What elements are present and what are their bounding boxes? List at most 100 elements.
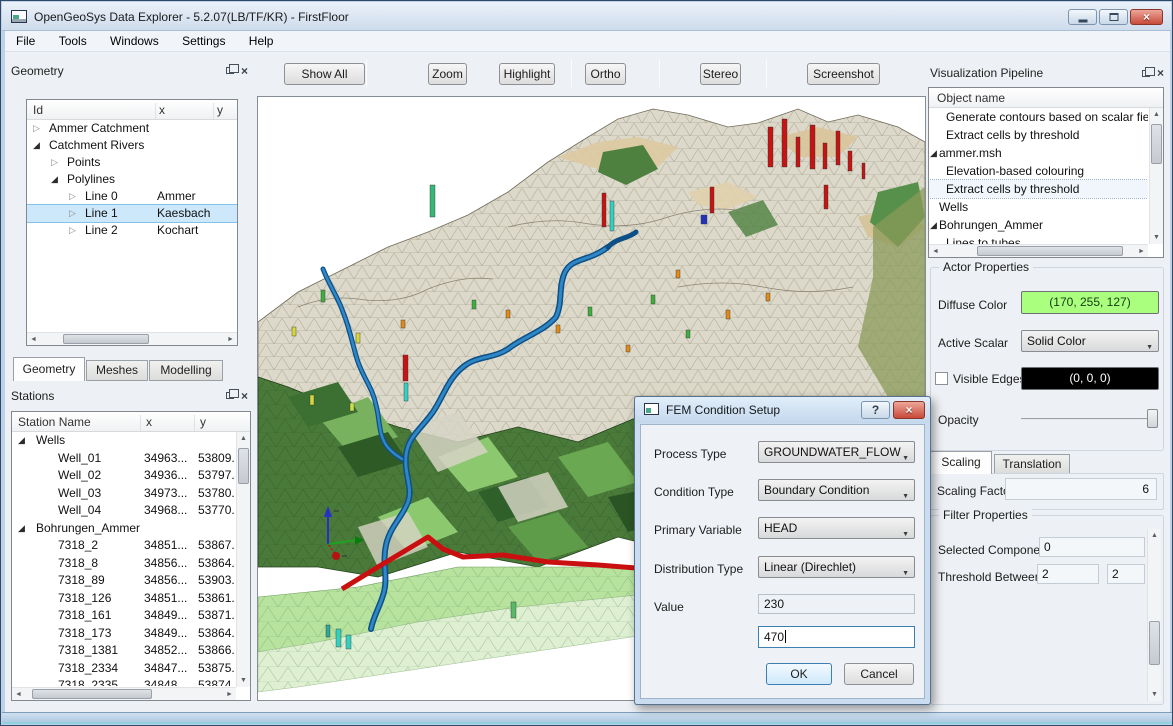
tree-row[interactable]: 7318_234851...53867. <box>12 537 236 555</box>
pipeline-row[interactable]: Extract cells by threshold <box>929 126 1148 144</box>
pipeline-row[interactable]: Wells <box>929 198 1148 216</box>
edge-color-button[interactable]: (0, 0, 0) <box>1021 367 1159 390</box>
tree-row[interactable]: 7318_16134849...53871. <box>12 607 236 625</box>
selected-component-input[interactable]: 0 <box>1039 537 1145 557</box>
tree-row[interactable]: Well_0134963...53809. <box>12 450 236 468</box>
value-first-input[interactable]: 230 <box>758 594 915 614</box>
tree-row[interactable]: 7318_17334849...53864. <box>12 625 236 643</box>
active-scalar-select[interactable]: Solid Color▼ <box>1021 330 1159 352</box>
menu-windows[interactable]: Windows <box>101 31 168 48</box>
pipeline-row-selected[interactable]: Extract cells by threshold <box>929 180 1148 198</box>
pipeline-row[interactable]: Generate contours based on scalar fiel <box>929 108 1148 126</box>
condition-type-select[interactable]: Boundary Condition▼ <box>758 479 915 501</box>
tree-row[interactable]: ▷Line 2Kochart <box>27 222 237 239</box>
pipeline-row-clipped[interactable]: Lines to tubes <box>929 234 1148 244</box>
tree-row[interactable]: ▷Line 0Ammer <box>27 188 237 205</box>
tree-row[interactable]: ◢Bohrungen_Ammer <box>12 520 236 538</box>
scroll-left-icon[interactable]: ◄ <box>27 333 40 346</box>
scroll-up-icon[interactable]: ▲ <box>1150 108 1163 121</box>
tree-row[interactable]: Well_0334973...53780. <box>12 485 236 503</box>
scroll-right-icon[interactable]: ► <box>1135 245 1148 258</box>
geometry-col-id[interactable]: Id <box>33 103 43 117</box>
stations-close-icon[interactable]: × <box>241 390 248 402</box>
stations-col-x[interactable]: x <box>146 415 152 429</box>
menu-tools[interactable]: Tools <box>50 31 96 48</box>
expander-collapsed-icon[interactable]: ▷ <box>51 154 58 171</box>
expander-collapsed-icon[interactable]: ▷ <box>33 120 40 137</box>
close-button[interactable]: × <box>1130 9 1163 25</box>
scroll-thumb[interactable] <box>32 689 152 699</box>
tree-row[interactable]: ▷Ammer Catchment <box>27 120 237 137</box>
stations-hscrollbar[interactable]: ◄ ► <box>12 687 236 700</box>
tab-translation[interactable]: Translation <box>994 454 1070 474</box>
expander-expanded-icon[interactable]: ◢ <box>18 520 25 537</box>
opacity-slider[interactable] <box>1021 418 1157 420</box>
expander-expanded-icon[interactable]: ◢ <box>18 432 25 449</box>
title-bar[interactable]: OpenGeoSys Data Explorer - 5.2.07(LB/TF/… <box>2 2 1171 31</box>
pipeline-float-icon[interactable] <box>1142 70 1150 77</box>
stations-float-icon[interactable] <box>226 392 234 399</box>
pipeline-row[interactable]: ◢ammer.msh <box>929 144 1148 162</box>
opacity-slider-handle[interactable] <box>1147 409 1158 428</box>
expander-expanded-icon[interactable]: ◢ <box>930 144 937 162</box>
pipeline-col-object-name[interactable]: Object name <box>937 91 1005 105</box>
geometry-hscrollbar[interactable]: ◄ ► <box>27 332 237 345</box>
scroll-thumb[interactable] <box>1149 621 1160 665</box>
scroll-thumb[interactable] <box>977 246 1123 256</box>
primary-variable-select[interactable]: HEAD▼ <box>758 517 915 539</box>
screenshot-button[interactable]: Screenshot <box>807 63 880 85</box>
dialog-title-bar[interactable]: FEM Condition Setup ? × <box>635 397 930 423</box>
menu-help[interactable]: Help <box>240 31 283 48</box>
tab-geometry[interactable]: Geometry <box>13 357 85 381</box>
stations-col-y[interactable]: y <box>200 415 206 429</box>
geometry-col-x[interactable]: x <box>159 103 165 117</box>
dialog-help-button[interactable]: ? <box>861 401 890 419</box>
scroll-down-icon[interactable]: ▼ <box>1148 688 1161 701</box>
tab-scaling[interactable]: Scaling <box>930 451 992 474</box>
tab-meshes[interactable]: Meshes <box>86 360 148 381</box>
geometry-col-y[interactable]: y <box>217 103 223 117</box>
threshold-high-input[interactable]: 2 <box>1107 564 1145 584</box>
scroll-up-icon[interactable]: ▲ <box>1148 529 1161 542</box>
tree-row[interactable]: 7318_12634851...53861. <box>12 590 236 608</box>
ortho-button[interactable]: Ortho <box>585 63 626 85</box>
zoom-button[interactable]: Zoom <box>428 63 467 85</box>
threshold-low-input[interactable]: 2 <box>1037 564 1099 584</box>
stereo-button[interactable]: Stereo <box>700 63 741 85</box>
value-second-input[interactable]: 470 <box>758 626 915 648</box>
scroll-right-icon[interactable]: ► <box>223 688 236 701</box>
scaling-factor-input[interactable]: 6 <box>1005 478 1157 500</box>
visible-edges-checkbox[interactable] <box>935 372 948 385</box>
tree-row[interactable]: 7318_8934856...53903. <box>12 572 236 590</box>
tree-row[interactable]: ◢Catchment Rivers <box>27 137 237 154</box>
highlight-button[interactable]: Highlight <box>499 63 555 85</box>
stations-vscrollbar[interactable]: ▲ ▼ <box>236 432 250 687</box>
filter-vscrollbar[interactable]: ▲ ▼ <box>1147 529 1161 701</box>
ok-button[interactable]: OK <box>766 663 832 685</box>
pipeline-close-icon[interactable]: × <box>1157 67 1164 79</box>
scroll-right-icon[interactable]: ► <box>224 333 237 346</box>
tree-row[interactable]: ◢Polylines <box>27 171 237 188</box>
cancel-button[interactable]: Cancel <box>844 663 914 685</box>
expander-collapsed-icon[interactable]: ▷ <box>69 205 76 222</box>
scroll-down-icon[interactable]: ▼ <box>237 674 250 687</box>
expander-collapsed-icon[interactable]: ▷ <box>69 188 76 205</box>
expander-expanded-icon[interactable]: ◢ <box>51 171 58 188</box>
tree-row[interactable]: Well_0234936...53797. <box>12 467 236 485</box>
maximize-button[interactable] <box>1099 9 1128 25</box>
tree-row[interactable]: 7318_834856...53864. <box>12 555 236 573</box>
minimize-button[interactable] <box>1068 9 1097 25</box>
scroll-left-icon[interactable]: ◄ <box>12 688 25 701</box>
tree-row-selected[interactable]: ▷Line 1Kaesbach <box>27 205 237 222</box>
pipeline-hscrollbar[interactable]: ◄ ► <box>929 244 1148 257</box>
dialog-close-button[interactable]: × <box>893 401 925 419</box>
pipeline-vscrollbar[interactable]: ▲ ▼ <box>1149 108 1163 244</box>
pipeline-row[interactable]: Elevation-based colouring <box>929 162 1148 180</box>
scroll-left-icon[interactable]: ◄ <box>929 245 942 258</box>
tree-row[interactable]: ◢Wells <box>12 432 236 450</box>
tree-row-clipped[interactable]: 7318_23353484853874 <box>12 677 236 686</box>
stations-col-name[interactable]: Station Name <box>18 415 91 429</box>
scroll-thumb[interactable] <box>1151 124 1162 164</box>
tab-modelling[interactable]: Modelling <box>149 360 223 381</box>
geometry-float-icon[interactable] <box>226 67 234 74</box>
